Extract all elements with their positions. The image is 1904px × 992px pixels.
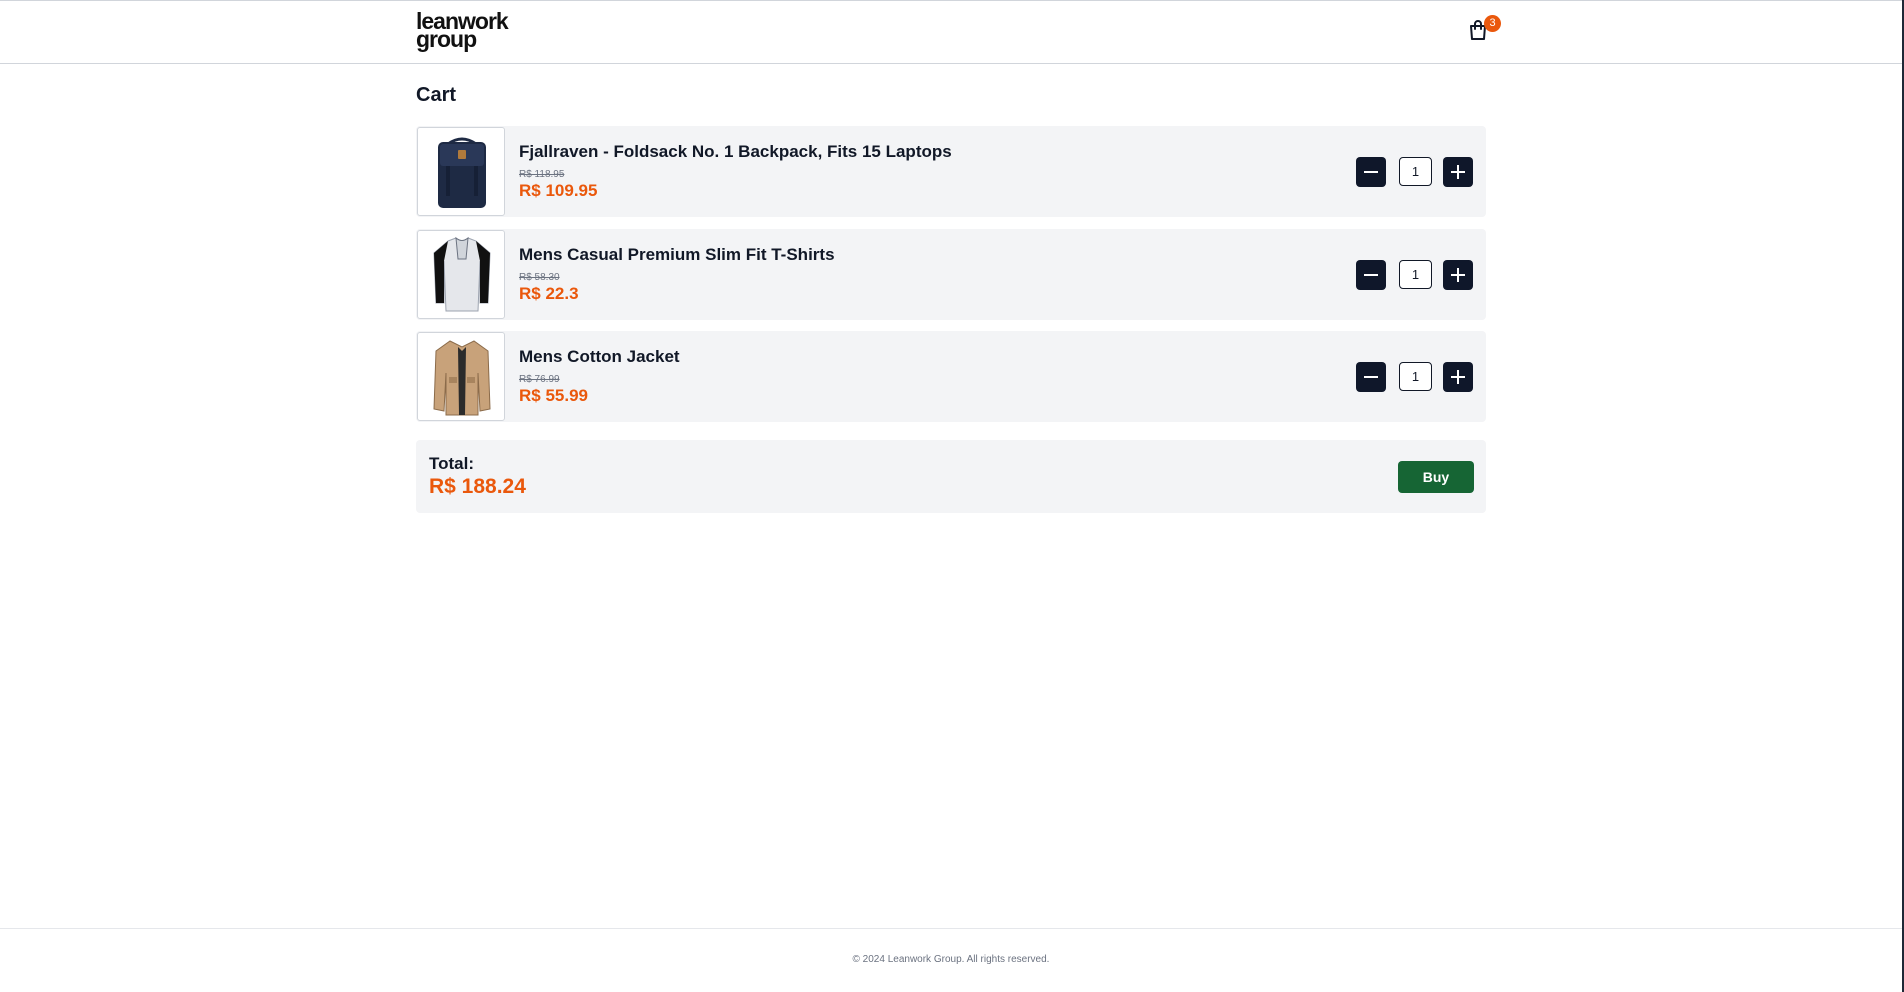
product-name[interactable]: Mens Cotton Jacket — [519, 347, 680, 367]
increase-quantity-button[interactable] — [1443, 260, 1473, 290]
cart-button[interactable]: 3 — [1464, 15, 1501, 45]
cart-item: Mens Cotton Jacket R$ 76.99 R$ 55.99 — [416, 331, 1486, 422]
decrease-quantity-button[interactable] — [1356, 157, 1386, 187]
top-navbar: leanwork group 3 — [0, 0, 1902, 64]
product-name[interactable]: Mens Casual Premium Slim Fit T-Shirts — [519, 245, 835, 265]
page-title: Cart — [416, 84, 457, 106]
sale-price: R$ 55.99 — [519, 386, 588, 405]
decrease-quantity-button[interactable] — [1356, 362, 1386, 392]
order-summary: Total: R$ 188.24 Buy — [416, 440, 1486, 513]
original-price: R$ 118.95 — [519, 169, 565, 180]
decrease-quantity-button[interactable] — [1356, 260, 1386, 290]
increase-quantity-button[interactable] — [1443, 362, 1473, 392]
total-label: Total: — [429, 454, 475, 473]
cart-count-badge: 3 — [1484, 15, 1501, 32]
product-image — [417, 127, 505, 216]
quantity-input[interactable] — [1399, 157, 1432, 186]
product-name[interactable]: Fjallraven - Foldsack No. 1 Backpack, Fi… — [519, 142, 952, 162]
cart-item: Fjallraven - Foldsack No. 1 Backpack, Fi… — [416, 126, 1486, 217]
product-image — [417, 332, 505, 421]
quantity-input[interactable] — [1399, 260, 1432, 289]
jacket-icon — [433, 340, 491, 416]
product-image — [417, 230, 505, 319]
sale-price: R$ 109.95 — [519, 181, 598, 200]
backpack-icon — [438, 137, 486, 208]
leanwork-logo[interactable]: leanwork group — [416, 10, 520, 52]
quantity-input[interactable] — [1399, 362, 1432, 391]
original-price: R$ 58.30 — [519, 272, 560, 283]
buy-button[interactable]: Buy — [1398, 461, 1474, 493]
footer: © 2024 Leanwork Group. All rights reserv… — [0, 928, 1902, 992]
increase-quantity-button[interactable] — [1443, 157, 1473, 187]
tshirt-icon — [433, 236, 491, 312]
sale-price: R$ 22.3 — [519, 284, 579, 303]
total-value: R$ 188.24 — [429, 475, 526, 498]
copyright-text: © 2024 Leanwork Group. All rights reserv… — [852, 954, 1050, 965]
cart-item: Mens Casual Premium Slim Fit T-Shirts R$… — [416, 229, 1486, 320]
original-price: R$ 76.99 — [519, 374, 560, 385]
